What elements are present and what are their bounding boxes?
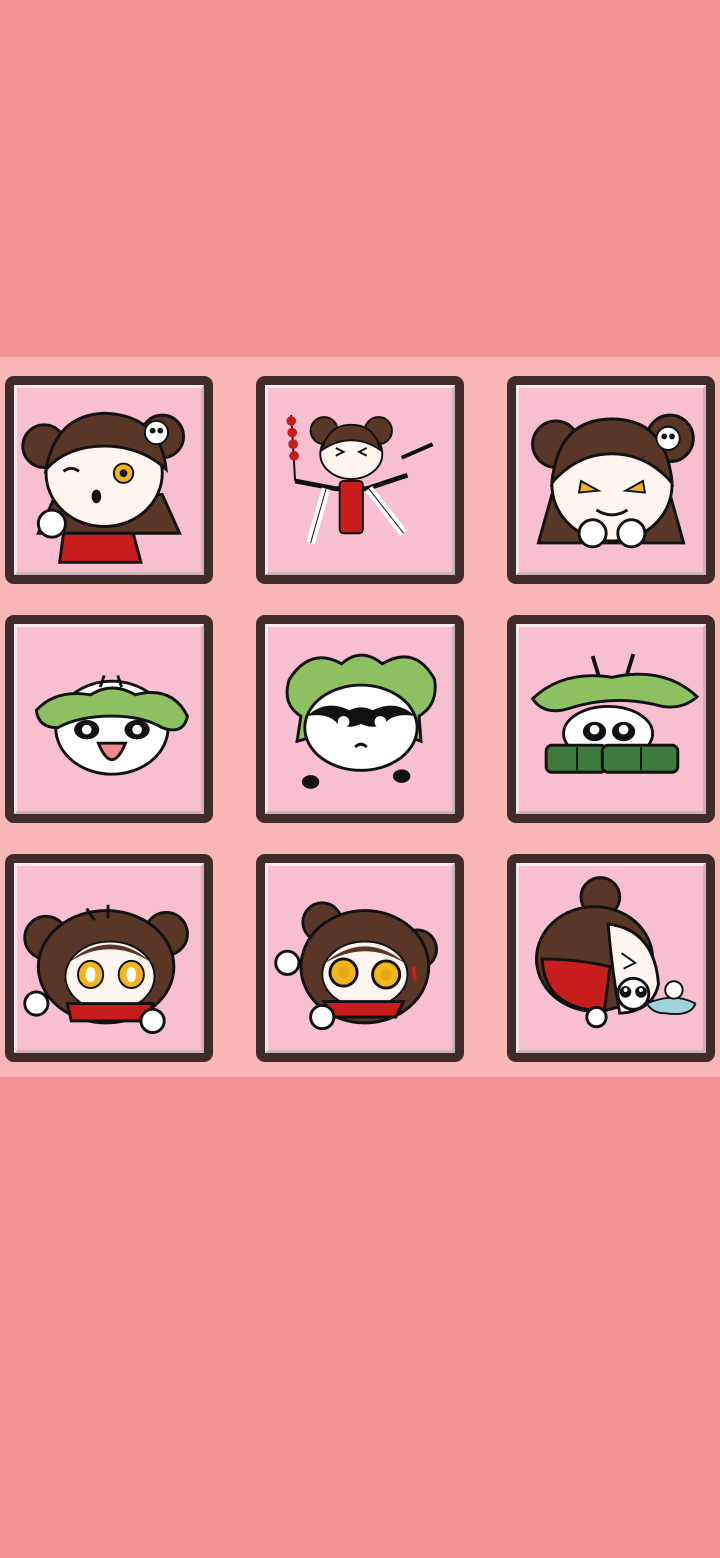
sticker-card xyxy=(265,863,455,1053)
sticker-tile[interactable] xyxy=(5,376,213,584)
sticker-card xyxy=(265,624,455,814)
sticker-card xyxy=(14,385,204,575)
sticker-panel-page: { "page": { "background_color": "#f19393… xyxy=(0,0,720,1558)
sticker-card xyxy=(265,385,455,575)
panda-leaf-hat-surprised-icon xyxy=(285,653,437,789)
sticker-tile[interactable] xyxy=(5,615,213,823)
sticker-tile[interactable] xyxy=(256,854,464,1062)
panda-leaf-hat-hiding-behind-bamboo-icon xyxy=(530,653,700,774)
sticker-tile[interactable] xyxy=(5,854,213,1062)
girl-smug-grin-icon xyxy=(531,413,695,549)
sticker-tile[interactable] xyxy=(507,854,715,1062)
sticker-grid xyxy=(0,357,720,1077)
sticker-tile[interactable] xyxy=(256,376,464,584)
girl-peeking-over-edge-icon xyxy=(23,904,189,1035)
girl-dancing-with-candied-haws-icon xyxy=(286,415,434,545)
sticker-card xyxy=(516,624,706,814)
sticker-tile[interactable] xyxy=(507,376,715,584)
sticker-card xyxy=(14,863,204,1053)
girl-lying-face-down-with-panda-icon xyxy=(534,876,697,1029)
sticker-tile[interactable] xyxy=(256,615,464,823)
sticker-card xyxy=(516,385,706,575)
sticker-card xyxy=(516,863,706,1053)
girl-winking-thumbs-up-icon xyxy=(21,411,186,564)
girl-nervous-peeking-icon xyxy=(274,901,438,1031)
sticker-card xyxy=(14,624,204,814)
sticker-tile[interactable] xyxy=(507,615,715,823)
panda-leaf-hat-laughing-icon xyxy=(34,674,189,776)
